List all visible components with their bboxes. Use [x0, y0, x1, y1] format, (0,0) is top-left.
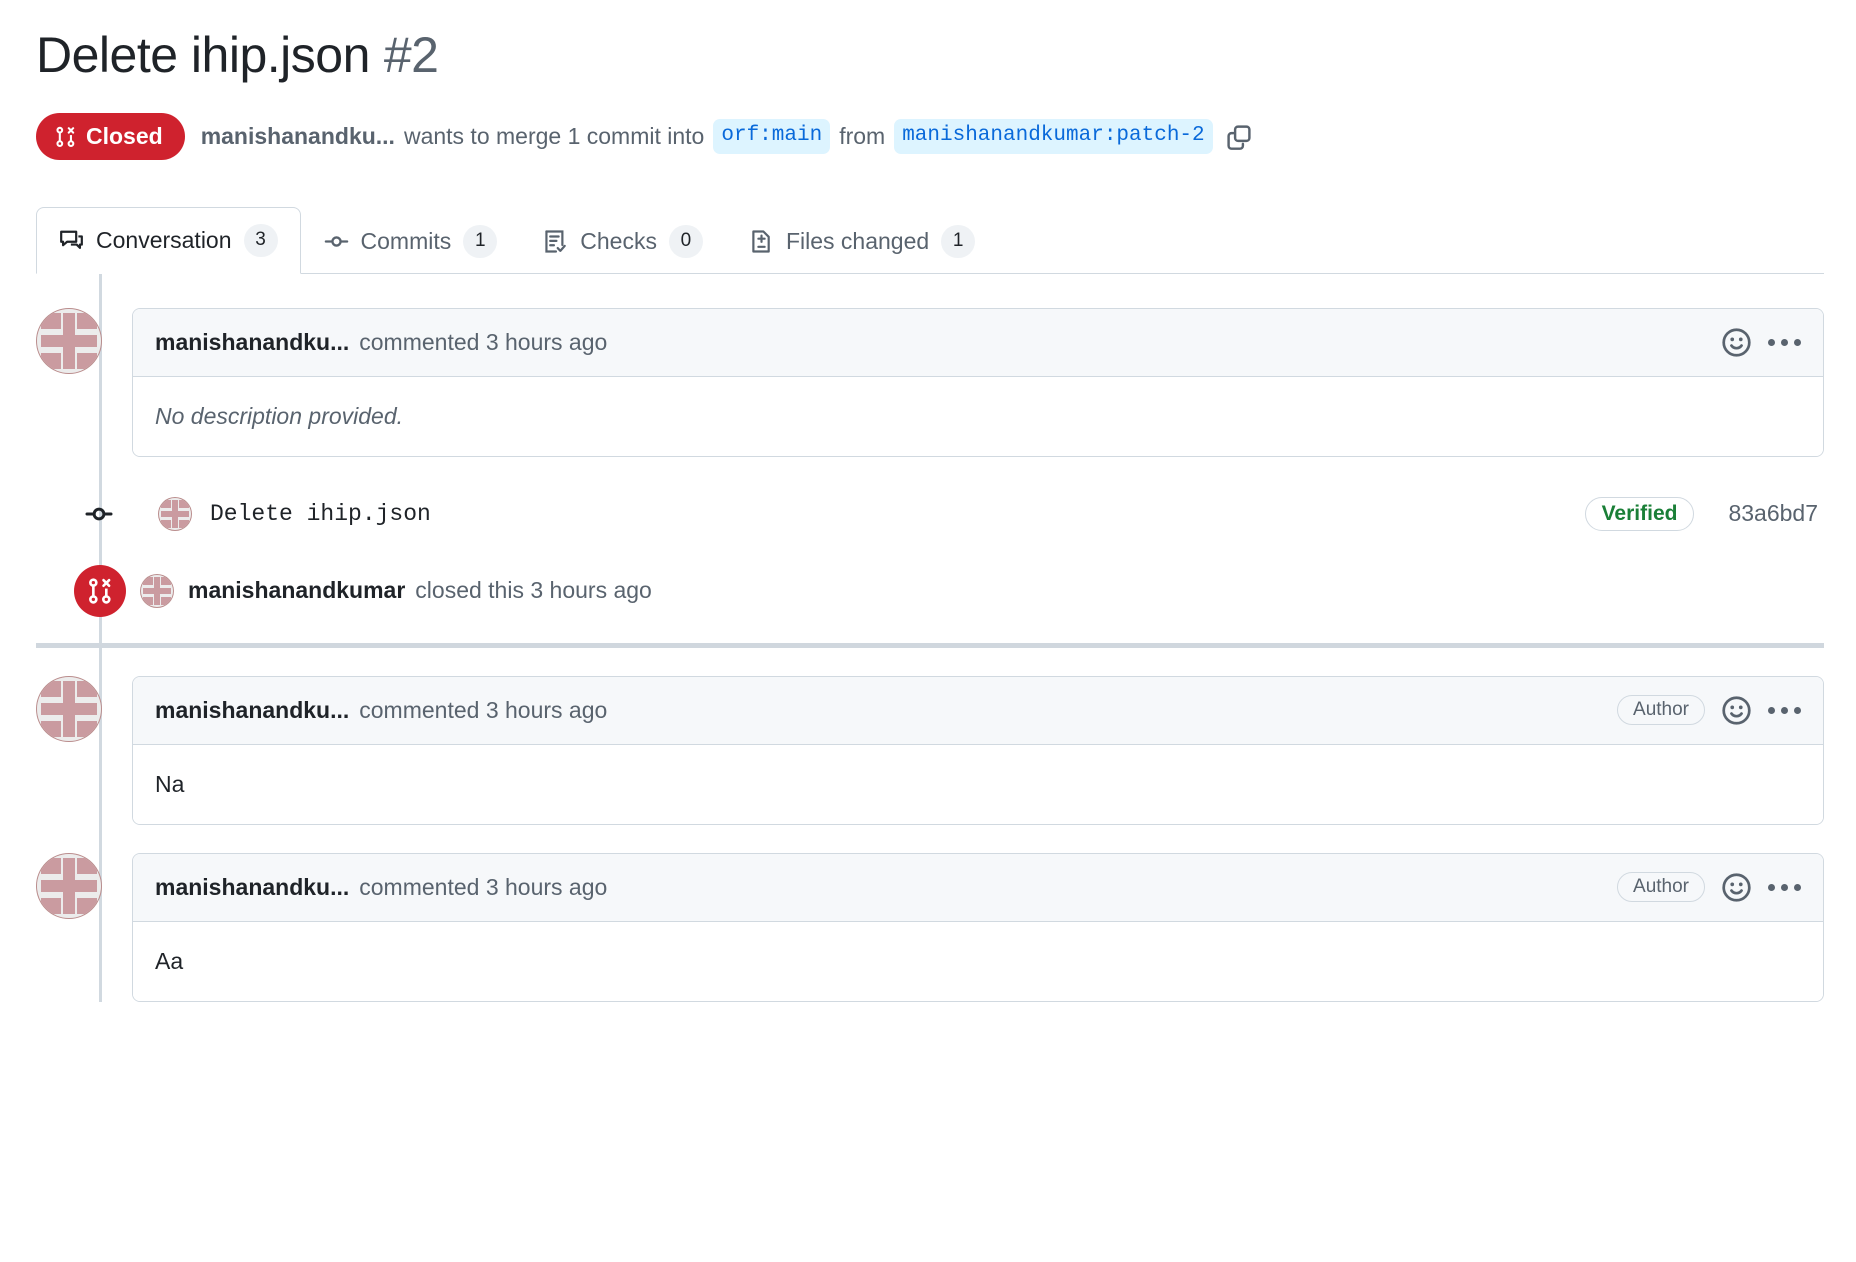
tab-files-changed-label: Files changed: [786, 228, 929, 255]
pr-number: #2: [384, 28, 439, 83]
head-branch-chip[interactable]: manishanandkumar:patch-2: [894, 119, 1212, 153]
event-text: closed this 3 hours ago: [415, 577, 652, 604]
comment-actions: Author: [1617, 872, 1801, 903]
tab-checks-count: 0: [669, 225, 703, 258]
avatar[interactable]: [140, 574, 174, 608]
copy-icon[interactable]: [1226, 124, 1252, 150]
timeline-commit-row: Delete ihip.json Verified 83a6bd7: [36, 485, 1824, 543]
comment-discussion-icon: [59, 228, 84, 253]
comment-meta: commented 3 hours ago: [359, 329, 607, 356]
merge-description: manishanandku... wants to merge 1 commit…: [201, 119, 1252, 153]
comment-header: manishanandku... commented 3 hours ago: [133, 309, 1823, 377]
comment-author[interactable]: manishanandku...: [155, 874, 349, 901]
comment-header: manishanandku... commented 3 hours ago A…: [133, 854, 1823, 922]
timeline-comment-2: manishanandku... commented 3 hours ago A…: [36, 676, 1824, 825]
smiley-icon[interactable]: [1721, 872, 1752, 903]
pull-request-closed-icon: [74, 565, 126, 617]
comment-actions: [1721, 327, 1801, 358]
tab-checks-label: Checks: [580, 228, 657, 255]
event-actor[interactable]: manishanandkumar: [188, 577, 405, 604]
pull-request-closed-icon: [55, 125, 77, 149]
event-description: manishanandkumar closed this 3 hours ago: [188, 577, 652, 604]
timeline-comment-1: manishanandku... commented 3 hours ago: [36, 308, 1824, 457]
timeline-event-closed: manishanandkumar closed this 3 hours ago: [36, 565, 1824, 617]
git-commit-icon: [58, 499, 140, 529]
tab-conversation-count: 3: [244, 224, 278, 257]
author-badge: Author: [1617, 872, 1705, 902]
file-diff-icon: [749, 229, 774, 254]
tab-conversation[interactable]: Conversation 3: [36, 207, 301, 274]
avatar[interactable]: [36, 676, 102, 742]
pr-subheader: Closed manishanandku... wants to merge 1…: [36, 113, 1824, 160]
comment-card: manishanandku... commented 3 hours ago: [132, 308, 1824, 457]
commit-sha[interactable]: 83a6bd7: [1728, 500, 1818, 527]
checklist-icon: [543, 229, 568, 254]
pr-author-name: manishanandku...: [201, 123, 395, 150]
comment-card: manishanandku... commented 3 hours ago A…: [132, 853, 1824, 1002]
merge-text-from: from: [839, 123, 885, 150]
timeline-comment-3: manishanandku... commented 3 hours ago A…: [36, 853, 1824, 1002]
tab-files-changed-count: 1: [941, 225, 975, 258]
commit-message[interactable]: Delete ihip.json: [210, 501, 431, 527]
timeline: manishanandku... commented 3 hours ago: [36, 274, 1824, 1002]
smiley-icon[interactable]: [1721, 695, 1752, 726]
comment-meta: commented 3 hours ago: [359, 874, 607, 901]
commit-meta: Verified 83a6bd7: [1585, 497, 1824, 531]
comment-body: Aa: [133, 922, 1823, 1001]
tab-commits-count: 1: [463, 225, 497, 258]
tab-commits[interactable]: Commits 1: [301, 208, 521, 274]
tab-files-changed[interactable]: Files changed 1: [726, 208, 998, 274]
page-title: Delete ihip.json #2: [36, 28, 1824, 83]
avatar[interactable]: [36, 308, 102, 374]
base-branch-chip[interactable]: orf:main: [713, 119, 830, 153]
kebab-menu-icon[interactable]: [1768, 339, 1801, 346]
comment-actions: Author: [1617, 695, 1801, 726]
comment-author[interactable]: manishanandku...: [155, 697, 349, 724]
timeline-divider: [36, 643, 1824, 648]
tab-conversation-label: Conversation: [96, 227, 232, 254]
tab-checks[interactable]: Checks 0: [520, 208, 726, 274]
tab-commits-label: Commits: [361, 228, 452, 255]
status-badge-label: Closed: [86, 123, 163, 150]
git-commit-icon: [324, 229, 349, 254]
comment-body: No description provided.: [133, 377, 1823, 456]
kebab-menu-icon[interactable]: [1768, 884, 1801, 891]
author-badge: Author: [1617, 695, 1705, 725]
kebab-menu-icon[interactable]: [1768, 707, 1801, 714]
comment-author[interactable]: manishanandku...: [155, 329, 349, 356]
pr-tabs: Conversation 3 Commits 1: [36, 206, 1824, 274]
avatar[interactable]: [36, 853, 102, 919]
comment-body: Na: [133, 745, 1823, 824]
status-badge: Closed: [36, 113, 185, 160]
comment-header: manishanandku... commented 3 hours ago A…: [133, 677, 1823, 745]
status-badge-verified[interactable]: Verified: [1585, 497, 1695, 531]
comment-card: manishanandku... commented 3 hours ago A…: [132, 676, 1824, 825]
smiley-icon[interactable]: [1721, 327, 1752, 358]
pr-title-text: Delete ihip.json: [36, 28, 370, 83]
pull-request-page: Delete ihip.json #2 Closed manishanandku…: [0, 0, 1856, 1002]
merge-text-before: wants to merge 1 commit into: [404, 123, 704, 150]
avatar[interactable]: [158, 497, 192, 531]
comment-meta: commented 3 hours ago: [359, 697, 607, 724]
